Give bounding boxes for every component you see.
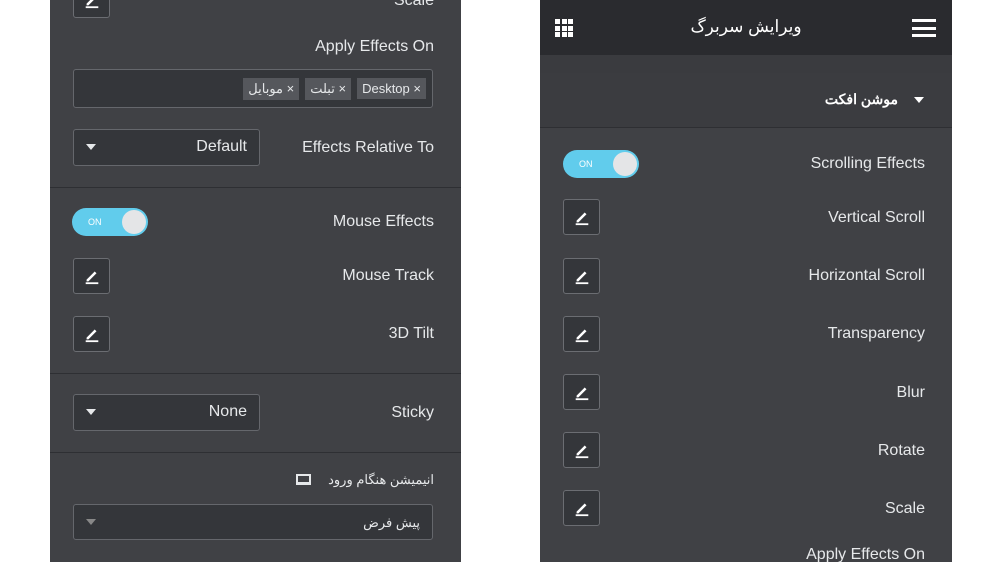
blur-label: Blur [896, 384, 925, 401]
effects-relative-label: Effects Relative To [302, 139, 434, 156]
select-value: None [208, 403, 247, 420]
vertical-scroll-label: Vertical Scroll [828, 209, 925, 226]
entrance-animation-select[interactable]: پیش فرض [73, 504, 433, 540]
pencil-icon [573, 267, 591, 285]
tag-label: تبلت [310, 81, 335, 96]
apply-effects-multiselect[interactable]: × Desktop× تبلت× موبایل [73, 69, 433, 108]
pencil-icon [83, 325, 101, 343]
tag-desktop[interactable]: × Desktop [357, 78, 426, 99]
pencil-icon [573, 441, 591, 459]
scale-label: Scale [393, 0, 434, 9]
rotate-edit-button[interactable] [563, 432, 600, 468]
caret-down-icon [86, 409, 96, 415]
tag-tablet[interactable]: × تبلت [305, 78, 352, 100]
tilt-label: 3D Tilt [388, 325, 434, 342]
scale-edit-button[interactable] [563, 490, 600, 526]
remove-icon[interactable]: × [287, 81, 295, 96]
tilt-edit-button[interactable] [73, 316, 110, 352]
mouse-track-edit-button[interactable] [73, 258, 110, 294]
scrolling-effects-label: Scrolling Effects [810, 155, 925, 172]
pencil-icon [83, 267, 101, 285]
mouse-track-label: Mouse Track [342, 267, 434, 284]
entrance-animation-label: انیمیشن هنگام ورود [328, 472, 434, 487]
panel-title: ویرایش سربرگ [690, 17, 802, 36]
panel-header: ویرایش سربرگ [540, 0, 952, 55]
toggle-state: ON [579, 159, 593, 169]
mouse-effects-toggle[interactable]: ON [72, 208, 148, 236]
desktop-icon[interactable] [296, 474, 311, 485]
toggle-knob [613, 152, 637, 176]
rotate-label: Rotate [877, 442, 925, 459]
apply-effects-label: Apply Effects On [315, 38, 434, 55]
tag-label: موبایل [248, 81, 284, 96]
pencil-icon [573, 208, 591, 226]
select-value: Default [196, 138, 247, 155]
sticky-select[interactable]: None [73, 394, 260, 431]
transparency-edit-button[interactable] [563, 316, 600, 352]
mouse-effects-label: Mouse Effects [332, 213, 434, 230]
section-header-motion-effects[interactable]: موشن افکت [540, 73, 952, 128]
caret-down-icon [86, 144, 96, 150]
horizontal-scroll-edit-button[interactable] [563, 258, 600, 294]
sticky-label: Sticky [391, 404, 434, 421]
remove-icon[interactable]: × [413, 81, 421, 96]
tag-label: Desktop [362, 81, 410, 96]
pencil-icon [573, 499, 591, 517]
caret-down-icon [86, 519, 96, 525]
remove-icon[interactable]: × [338, 81, 346, 96]
blur-edit-button[interactable] [563, 374, 600, 410]
divider [50, 187, 461, 188]
pencil-icon [83, 0, 101, 9]
right-panel: ویرایش سربرگ موشن افکت ON Scrolling Effe… [540, 0, 952, 562]
select-value: پیش فرض [363, 515, 420, 530]
caret-down-icon [914, 97, 924, 103]
apply-effects-label: Apply Effects On [806, 546, 925, 562]
divider [50, 373, 461, 374]
spacer [540, 55, 952, 73]
scrolling-effects-toggle[interactable]: ON [563, 150, 639, 178]
scale-edit-button[interactable] [73, 0, 110, 18]
transparency-label: Transparency [827, 325, 925, 342]
toggle-state: ON [88, 217, 102, 227]
effects-relative-select[interactable]: Default [73, 129, 260, 166]
tag-mobile[interactable]: × موبایل [243, 78, 300, 100]
horizontal-scroll-label: Horizontal Scroll [808, 267, 925, 284]
divider [50, 452, 461, 453]
left-panel: Scale Apply Effects On × Desktop× تبلت× … [50, 0, 461, 562]
section-title: موشن افکت [824, 91, 898, 107]
toggle-knob [122, 210, 146, 234]
pencil-icon [573, 325, 591, 343]
hamburger-menu-icon[interactable] [912, 19, 936, 37]
scale-label: Scale [884, 500, 925, 517]
vertical-scroll-edit-button[interactable] [563, 199, 600, 235]
pencil-icon [573, 383, 591, 401]
